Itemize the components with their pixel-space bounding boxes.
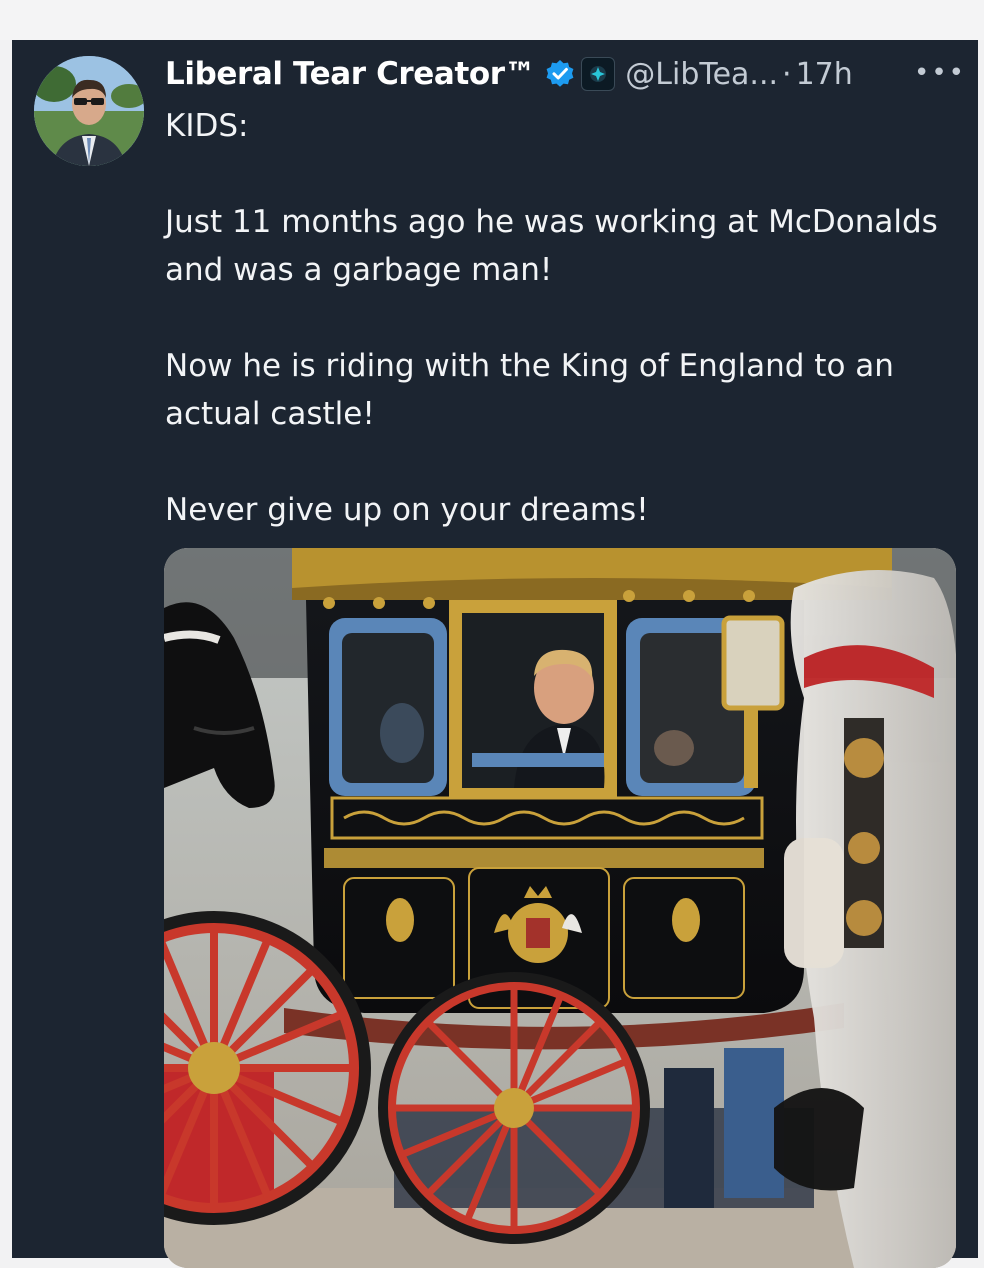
author-handle[interactable]: @LibTea... bbox=[625, 57, 778, 92]
avatar-image bbox=[34, 56, 144, 166]
carriage-photo bbox=[164, 548, 956, 1268]
separator-dot: · bbox=[782, 56, 792, 92]
tweet-media-photo[interactable] bbox=[164, 548, 956, 1268]
top-strip bbox=[0, 0, 984, 40]
timestamp[interactable]: 17h bbox=[796, 57, 853, 92]
author-name[interactable]: Liberal Tear Creator™ bbox=[165, 56, 536, 92]
tweet-text: KIDS: Just 11 months ago he was working … bbox=[165, 108, 938, 528]
author-avatar[interactable] bbox=[34, 56, 144, 166]
tweet-header: Liberal Tear Creator™ @LibTea... · 17h bbox=[165, 52, 853, 96]
verified-badge-icon bbox=[545, 59, 575, 89]
more-options-icon[interactable]: ••• bbox=[914, 58, 966, 88]
affiliate-badge-icon[interactable] bbox=[581, 57, 616, 91]
